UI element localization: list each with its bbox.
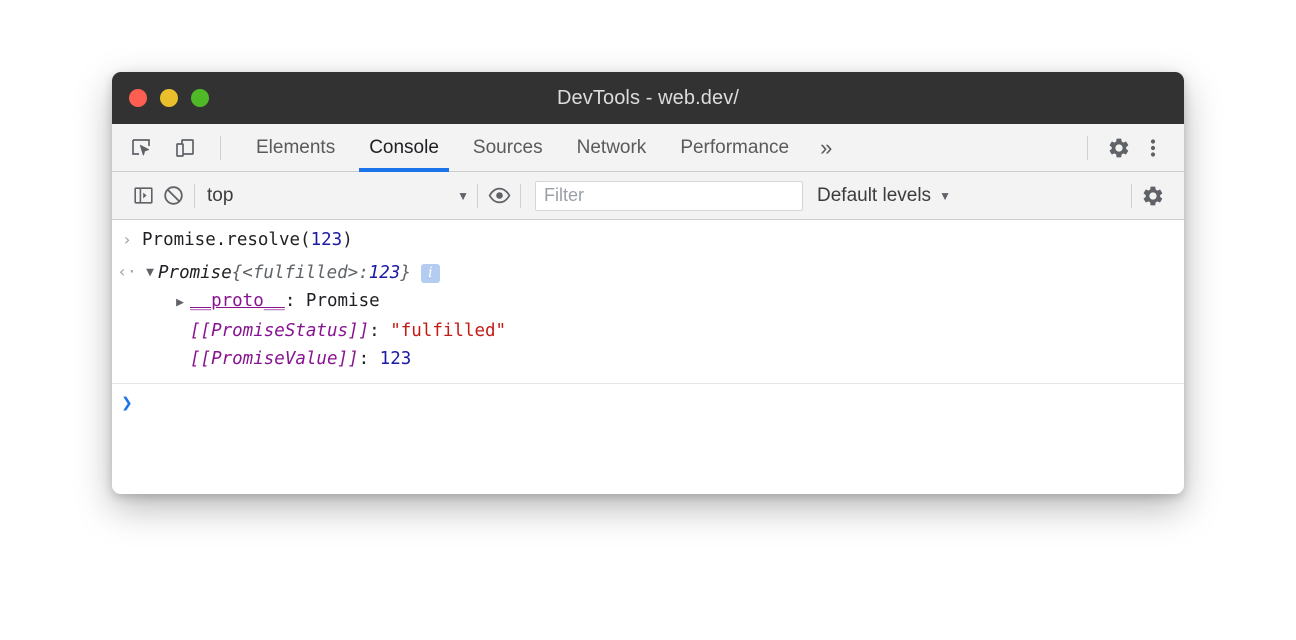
console-toolbar-right bbox=[1125, 181, 1168, 211]
object-preview-value: 123 bbox=[369, 259, 401, 287]
inspect-element-icon[interactable] bbox=[126, 133, 156, 163]
chevron-down-icon: ▼ bbox=[457, 189, 469, 203]
tab-overflow-button[interactable]: » bbox=[806, 124, 846, 171]
tabbar-divider bbox=[220, 136, 221, 160]
log-levels-label: Default levels bbox=[817, 185, 931, 207]
tab-sources[interactable]: Sources bbox=[456, 124, 560, 171]
property-row-proto[interactable]: ▶__proto__: Promise bbox=[172, 287, 506, 317]
devtools-window: DevTools - web.dev/ Elements bbox=[112, 72, 1184, 494]
more-vertical-icon[interactable] bbox=[1138, 133, 1168, 163]
tab-console[interactable]: Console bbox=[352, 124, 456, 171]
object-preview-line[interactable]: ▼Promise {<fulfilled>: 123} i bbox=[142, 259, 506, 287]
console-toolbar-divider-2 bbox=[477, 184, 478, 208]
property-row-promise-value: [[PromiseValue]]: 123 bbox=[172, 345, 506, 373]
console-input-code: Promise.resolve(123) bbox=[142, 227, 353, 253]
devtools-tabbar: Elements Console Sources Network Perform… bbox=[112, 124, 1184, 172]
live-expression-eye-icon[interactable] bbox=[484, 181, 514, 211]
property-name: [[PromiseValue]] bbox=[190, 349, 359, 369]
log-levels-dropdown[interactable]: Default levels ▼ bbox=[817, 185, 953, 207]
property-name: __proto__ bbox=[190, 291, 285, 311]
console-input-entry[interactable]: › Promise.resolve(123) bbox=[112, 220, 1184, 255]
info-badge-icon[interactable]: i bbox=[421, 264, 440, 283]
close-window-button[interactable] bbox=[129, 89, 147, 107]
tabbar-right-tools bbox=[1081, 124, 1184, 171]
console-toolbar-divider-3 bbox=[520, 184, 521, 208]
tab-elements[interactable]: Elements bbox=[239, 124, 352, 171]
input-code-number: 123 bbox=[311, 230, 343, 250]
input-code-suffix: ) bbox=[342, 230, 353, 250]
chevron-down-icon: ▼ bbox=[939, 189, 951, 203]
tab-network[interactable]: Network bbox=[560, 124, 664, 171]
expand-triangle-icon[interactable]: ▼ bbox=[142, 259, 158, 287]
property-separator: : bbox=[369, 321, 390, 341]
property-separator: : bbox=[359, 349, 380, 369]
traffic-lights bbox=[112, 89, 209, 107]
object-preview-open: {<fulfilled>: bbox=[232, 259, 369, 287]
property-name: [[PromiseStatus]] bbox=[190, 321, 369, 341]
property-value: Promise bbox=[306, 291, 380, 311]
execution-context-value: top bbox=[207, 185, 457, 207]
execution-context-select[interactable]: top ▼ bbox=[201, 185, 471, 207]
tabbar-left-tools bbox=[112, 124, 227, 171]
tab-performance[interactable]: Performance bbox=[663, 124, 806, 171]
console-sidebar-icon[interactable] bbox=[128, 181, 158, 211]
tab-overflow-label: » bbox=[820, 135, 832, 161]
console-output-entry[interactable]: ‹· ▼Promise {<fulfilled>: 123}i ▶__proto… bbox=[112, 255, 1184, 375]
console-toolbar-divider-4 bbox=[1131, 184, 1132, 208]
tab-network-label: Network bbox=[577, 137, 647, 159]
tab-sources-label: Sources bbox=[473, 137, 543, 159]
window-title: DevTools - web.dev/ bbox=[112, 87, 1184, 110]
console-object-block: ▼Promise {<fulfilled>: 123}i ▶__proto__:… bbox=[142, 259, 506, 373]
minimize-window-button[interactable] bbox=[160, 89, 178, 107]
object-properties-list: ▶__proto__: Promise [[PromiseStatus]]: "… bbox=[142, 287, 506, 373]
object-class-name: Promise bbox=[158, 259, 232, 287]
window-titlebar: DevTools - web.dev/ bbox=[112, 72, 1184, 124]
tab-console-label: Console bbox=[369, 137, 439, 159]
maximize-window-button[interactable] bbox=[191, 89, 209, 107]
console-prompt-row[interactable]: ❯ bbox=[112, 384, 1184, 414]
tab-performance-label: Performance bbox=[680, 137, 789, 159]
expand-triangle-icon[interactable]: ▶ bbox=[172, 289, 188, 317]
input-code-prefix: Promise.resolve( bbox=[142, 230, 311, 250]
filter-input[interactable] bbox=[535, 181, 803, 211]
console-output-area[interactable]: › Promise.resolve(123) ‹· ▼Promise {<ful… bbox=[112, 220, 1184, 494]
property-value: 123 bbox=[380, 349, 412, 369]
console-settings-gear-icon[interactable] bbox=[1138, 181, 1168, 211]
property-value: "fulfilled" bbox=[390, 321, 506, 341]
output-return-icon: ‹· bbox=[112, 259, 142, 285]
property-separator: : bbox=[285, 291, 306, 311]
object-preview-close: } bbox=[400, 259, 411, 287]
tab-elements-label: Elements bbox=[256, 137, 335, 159]
clear-console-icon[interactable] bbox=[158, 181, 188, 211]
devtools-tabs: Elements Console Sources Network Perform… bbox=[239, 124, 846, 171]
property-row-promise-status: [[PromiseStatus]]: "fulfilled" bbox=[172, 317, 506, 345]
console-toolbar-divider-1 bbox=[194, 184, 195, 208]
console-toolbar: top ▼ Default levels ▼ bbox=[112, 172, 1184, 220]
device-toolbar-icon[interactable] bbox=[170, 133, 200, 163]
prompt-chevron-icon: ❯ bbox=[112, 392, 142, 414]
tabbar-right-divider bbox=[1087, 136, 1088, 160]
gear-icon[interactable] bbox=[1104, 133, 1134, 163]
input-prompt-icon: › bbox=[112, 227, 142, 253]
